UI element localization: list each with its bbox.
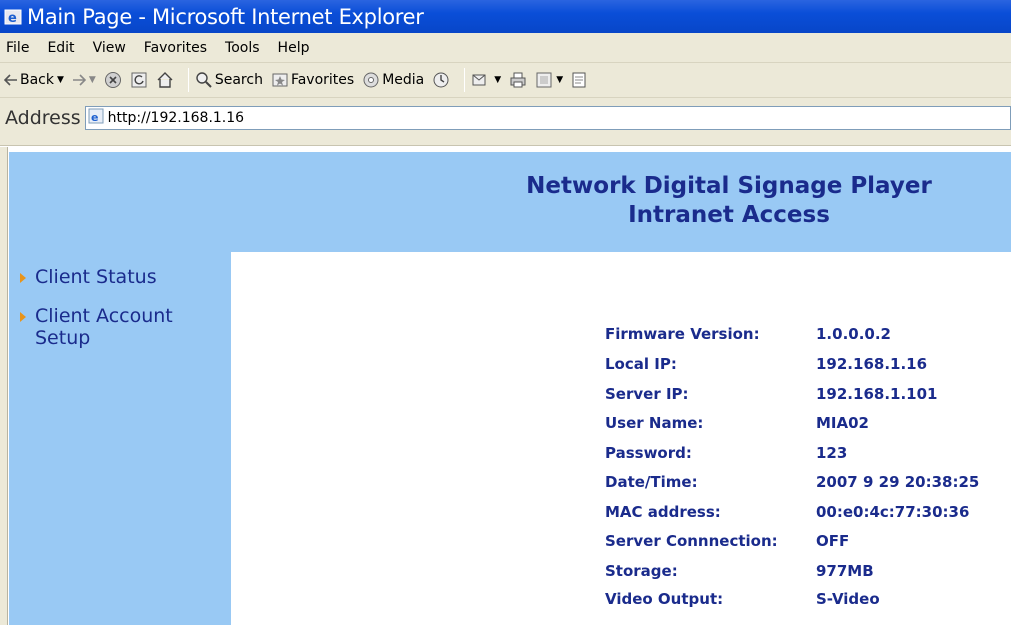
info-key: Server Connnection:	[605, 532, 778, 550]
edit-button[interactable]: ▼	[535, 71, 563, 89]
home-icon	[157, 72, 173, 88]
media-label: Media	[382, 72, 425, 88]
page-title: Network Digital Signage Player Intranet …	[479, 172, 979, 230]
info-key: MAC address:	[605, 503, 721, 521]
mail-button[interactable]: ▼	[471, 71, 501, 89]
history-button[interactable]	[432, 71, 450, 89]
mail-icon	[472, 74, 486, 86]
bullet-arrow-icon	[20, 312, 26, 322]
info-row-firmware-version: Firmware Version: 1.0.0.0.2	[605, 325, 1011, 349]
menu-favorites[interactable]: Favorites	[135, 40, 216, 56]
toolbar-separator	[464, 68, 466, 92]
sidebar-item-label-line1: Client Account	[35, 305, 173, 327]
info-key: Firmware Version:	[605, 325, 760, 343]
address-url: http://192.168.1.16	[107, 110, 245, 126]
info-value: 123	[816, 444, 848, 462]
info-row-storage: Storage: 977MB	[605, 562, 1011, 586]
menu-view[interactable]: View	[84, 40, 135, 56]
window-title: Main Page - Microsoft Internet Explorer	[27, 4, 424, 29]
back-dropdown-icon[interactable]: ▼	[57, 75, 64, 85]
search-label: Search	[214, 72, 263, 88]
info-value: 1.0.0.0.2	[816, 325, 891, 343]
discuss-button[interactable]	[571, 71, 587, 89]
svg-text:e: e	[91, 111, 98, 124]
sidebar-item-label[interactable]: Client Status	[35, 266, 157, 288]
home-button[interactable]	[156, 71, 174, 89]
info-row-user-name: User Name: MIA02	[605, 414, 1011, 438]
info-value: 977MB	[816, 562, 874, 580]
info-key: Date/Time:	[605, 473, 698, 491]
info-row-server-connection: Server Connnection: OFF	[605, 532, 1011, 556]
toolbar: Back ▼ ▼ Search Favorites Media ▼ ▼	[0, 63, 1011, 98]
search-button[interactable]: Search	[195, 71, 263, 89]
page-title-line1: Network Digital Signage Player	[526, 173, 932, 199]
menu-tools[interactable]: Tools	[216, 40, 269, 56]
search-icon	[196, 72, 212, 88]
info-value: OFF	[816, 532, 850, 550]
edit-dropdown-icon[interactable]: ▼	[556, 75, 563, 85]
sidebar-item-client-account-setup[interactable]: Client Account Setup	[20, 305, 173, 349]
print-button[interactable]	[509, 71, 527, 89]
info-row-mac-address: MAC address: 00:e0:4c:77:30:36	[605, 503, 1011, 527]
stop-button[interactable]	[104, 71, 122, 89]
menu-help[interactable]: Help	[269, 40, 319, 56]
info-key: Video Output:	[605, 590, 724, 608]
info-key: Password:	[605, 444, 692, 462]
info-row-password: Password: 123	[605, 444, 1011, 468]
window-titlebar[interactable]: e Main Page - Microsoft Internet Explore…	[0, 0, 1011, 33]
page-title-line2: Intranet Access	[628, 202, 830, 228]
info-row-date-time: Date/Time: 2007 9 29 20:38:25	[605, 473, 1011, 497]
window-left-border	[0, 147, 8, 625]
sidebar-item-label[interactable]: Client Account Setup	[35, 305, 173, 349]
menu-file[interactable]: File	[0, 40, 38, 56]
info-value: S-Video	[816, 590, 880, 608]
forward-dropdown-icon[interactable]: ▼	[89, 75, 96, 85]
page-banner: Network Digital Signage Player Intranet …	[9, 152, 1011, 252]
info-value: 192.168.1.101	[816, 385, 938, 403]
toolbar-separator	[187, 68, 189, 92]
back-label: Back	[20, 72, 54, 88]
info-value: 192.168.1.16	[816, 355, 928, 373]
back-arrow-icon	[4, 74, 17, 86]
media-icon	[363, 72, 379, 88]
info-row-local-ip: Local IP: 192.168.1.16	[605, 355, 1011, 379]
address-bar: Address e http://192.168.1.16	[0, 98, 1011, 146]
refresh-icon	[131, 72, 147, 88]
address-input[interactable]: e http://192.168.1.16	[84, 106, 1011, 130]
info-row-server-ip: Server IP: 192.168.1.101	[605, 385, 1011, 409]
menu-bar: File Edit View Favorites Tools Help	[0, 33, 1011, 63]
info-key: Storage:	[605, 562, 678, 580]
info-key: Local IP:	[605, 355, 677, 373]
favorites-button[interactable]: Favorites	[271, 71, 354, 89]
sidebar: Client Status Client Account Setup	[9, 252, 231, 625]
info-row-video-output: Video Output: S-Video	[605, 590, 1011, 614]
media-button[interactable]: Media	[362, 71, 424, 89]
info-key: User Name:	[605, 414, 704, 432]
ie-icon: e	[3, 7, 23, 27]
stop-icon	[104, 72, 121, 88]
forward-button[interactable]: ▼	[72, 74, 96, 86]
info-value: 2007 9 29 20:38:25	[816, 473, 980, 491]
discuss-icon	[572, 72, 586, 88]
info-key: Server IP:	[605, 385, 689, 403]
menu-edit[interactable]: Edit	[38, 40, 83, 56]
info-value: MIA02	[816, 414, 869, 432]
print-icon	[510, 72, 526, 88]
sidebar-item-label-line2: Setup	[35, 327, 91, 349]
favorites-label: Favorites	[290, 72, 355, 88]
sidebar-item-client-status[interactable]: Client Status	[20, 266, 157, 288]
favorites-icon	[272, 73, 288, 87]
refresh-button[interactable]	[130, 71, 148, 89]
history-icon	[433, 72, 449, 88]
info-value: 00:e0:4c:77:30:36	[816, 503, 970, 521]
bullet-arrow-icon	[20, 273, 26, 283]
edit-page-icon	[536, 72, 552, 88]
back-button[interactable]: Back ▼	[4, 72, 64, 88]
page-icon: e	[88, 108, 104, 128]
mail-dropdown-icon[interactable]: ▼	[494, 75, 501, 85]
address-label: Address	[5, 107, 81, 129]
forward-arrow-icon	[72, 74, 86, 86]
svg-text:e: e	[8, 11, 17, 26]
